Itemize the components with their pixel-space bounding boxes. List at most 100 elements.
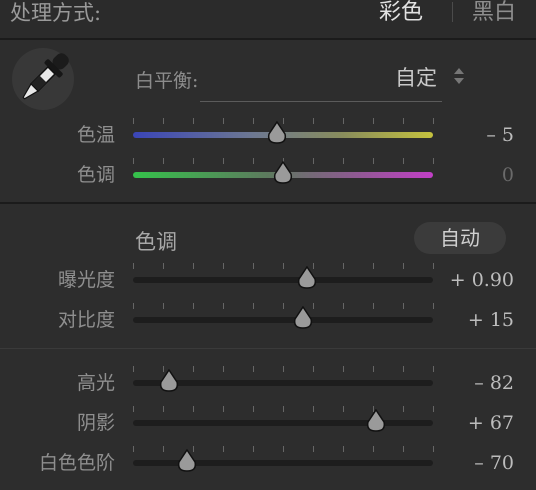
slider-label: 色温 (76, 124, 115, 146)
slider-tick (253, 158, 254, 164)
slider-tick (193, 158, 194, 164)
slider-tick (403, 158, 404, 164)
slider-tick (223, 263, 224, 269)
auto-tone-button[interactable]: 自动 (414, 222, 506, 254)
slider-tick (253, 263, 254, 269)
slider-tick (343, 366, 344, 372)
slider-thumb[interactable] (292, 306, 314, 330)
slider-tick (163, 118, 164, 124)
slider-tick (403, 303, 404, 309)
slider-tick (133, 118, 134, 124)
slider-tick (283, 446, 284, 452)
slider-tick (193, 118, 194, 124)
slider-label: 曝光度 (57, 269, 115, 291)
slider-tick (193, 406, 194, 412)
slider-value[interactable]: + 15 (434, 308, 514, 332)
slider-tick (283, 303, 284, 309)
slider-thumb[interactable] (365, 409, 387, 433)
slider-tick (283, 263, 284, 269)
slider-label: 高光 (76, 372, 115, 394)
slider-tick (313, 366, 314, 372)
slider-tick (373, 263, 374, 269)
stepper-arrows-icon[interactable] (453, 66, 465, 86)
slider-value[interactable]: + 0.90 (434, 268, 514, 292)
white-balance-selector[interactable] (12, 48, 74, 110)
subsection-divider (0, 348, 536, 349)
treatment-label: 处理方式: (10, 1, 102, 25)
slider-tick (163, 406, 164, 412)
mode-divider (452, 2, 453, 22)
slider-tick (253, 118, 254, 124)
slider-tick (223, 158, 224, 164)
slider-tick (403, 118, 404, 124)
slider-tick (223, 366, 224, 372)
slider-tick (193, 303, 194, 309)
slider-tick (133, 366, 134, 372)
slider-tick (193, 263, 194, 269)
slider-tick (133, 446, 134, 452)
slider-label: 白色色阶 (38, 452, 115, 474)
slider-tick (313, 118, 314, 124)
slider-track[interactable] (133, 317, 433, 323)
slider-tick (133, 303, 134, 309)
slider-label: 色调 (76, 164, 115, 186)
slider-track[interactable] (133, 277, 433, 283)
slider-tick (163, 263, 164, 269)
slider-thumb[interactable] (176, 449, 198, 473)
section-divider (0, 202, 536, 204)
slider-tick (223, 406, 224, 412)
slider-ticks (133, 263, 434, 269)
slider-tick (223, 118, 224, 124)
slider-value[interactable]: – 5 (434, 123, 514, 147)
color-mode-button[interactable]: 彩色 (379, 0, 423, 26)
tone-section-title: 色调 (135, 230, 177, 254)
header-divider (0, 38, 536, 40)
bw-mode-button[interactable]: 黑白 (472, 0, 516, 26)
slider-track[interactable] (133, 420, 433, 426)
slider-tick (343, 406, 344, 412)
slider-tick (283, 406, 284, 412)
slider-tick (163, 446, 164, 452)
slider-tick (373, 303, 374, 309)
slider-tick (253, 366, 254, 372)
slider-label: 阴影 (76, 412, 115, 434)
slider-value[interactable]: 0 (434, 163, 514, 187)
white-balance-label: 白平衡: (135, 70, 199, 92)
slider-value[interactable]: – 70 (434, 451, 514, 475)
white-balance-underline (200, 101, 442, 102)
slider-thumb[interactable] (272, 161, 294, 185)
slider-tick (283, 366, 284, 372)
slider-tick (223, 446, 224, 452)
slider-tick (373, 366, 374, 372)
slider-tick (343, 303, 344, 309)
slider-tick (313, 158, 314, 164)
slider-tick (403, 406, 404, 412)
slider-tick (253, 406, 254, 412)
slider-tick (343, 158, 344, 164)
slider-tick (403, 446, 404, 452)
slider-tick (373, 118, 374, 124)
slider-thumb[interactable] (296, 266, 318, 290)
slider-tick (343, 263, 344, 269)
slider-tick (253, 446, 254, 452)
slider-tick (163, 158, 164, 164)
slider-thumb[interactable] (266, 121, 288, 145)
slider-tick (163, 303, 164, 309)
slider-tick (403, 263, 404, 269)
slider-ticks (133, 406, 434, 412)
slider-tick (223, 303, 224, 309)
slider-label: 对比度 (57, 309, 115, 331)
slider-tick (403, 366, 404, 372)
slider-tick (133, 158, 134, 164)
slider-tick (313, 446, 314, 452)
slider-tick (343, 446, 344, 452)
slider-ticks (133, 303, 434, 309)
slider-tick (313, 406, 314, 412)
slider-tick (133, 263, 134, 269)
slider-thumb[interactable] (158, 369, 180, 393)
slider-tick (253, 303, 254, 309)
slider-value[interactable]: – 82 (434, 371, 514, 395)
slider-tick (193, 366, 194, 372)
white-balance-preset[interactable]: 自定 (395, 62, 437, 92)
slider-value[interactable]: + 67 (434, 411, 514, 435)
